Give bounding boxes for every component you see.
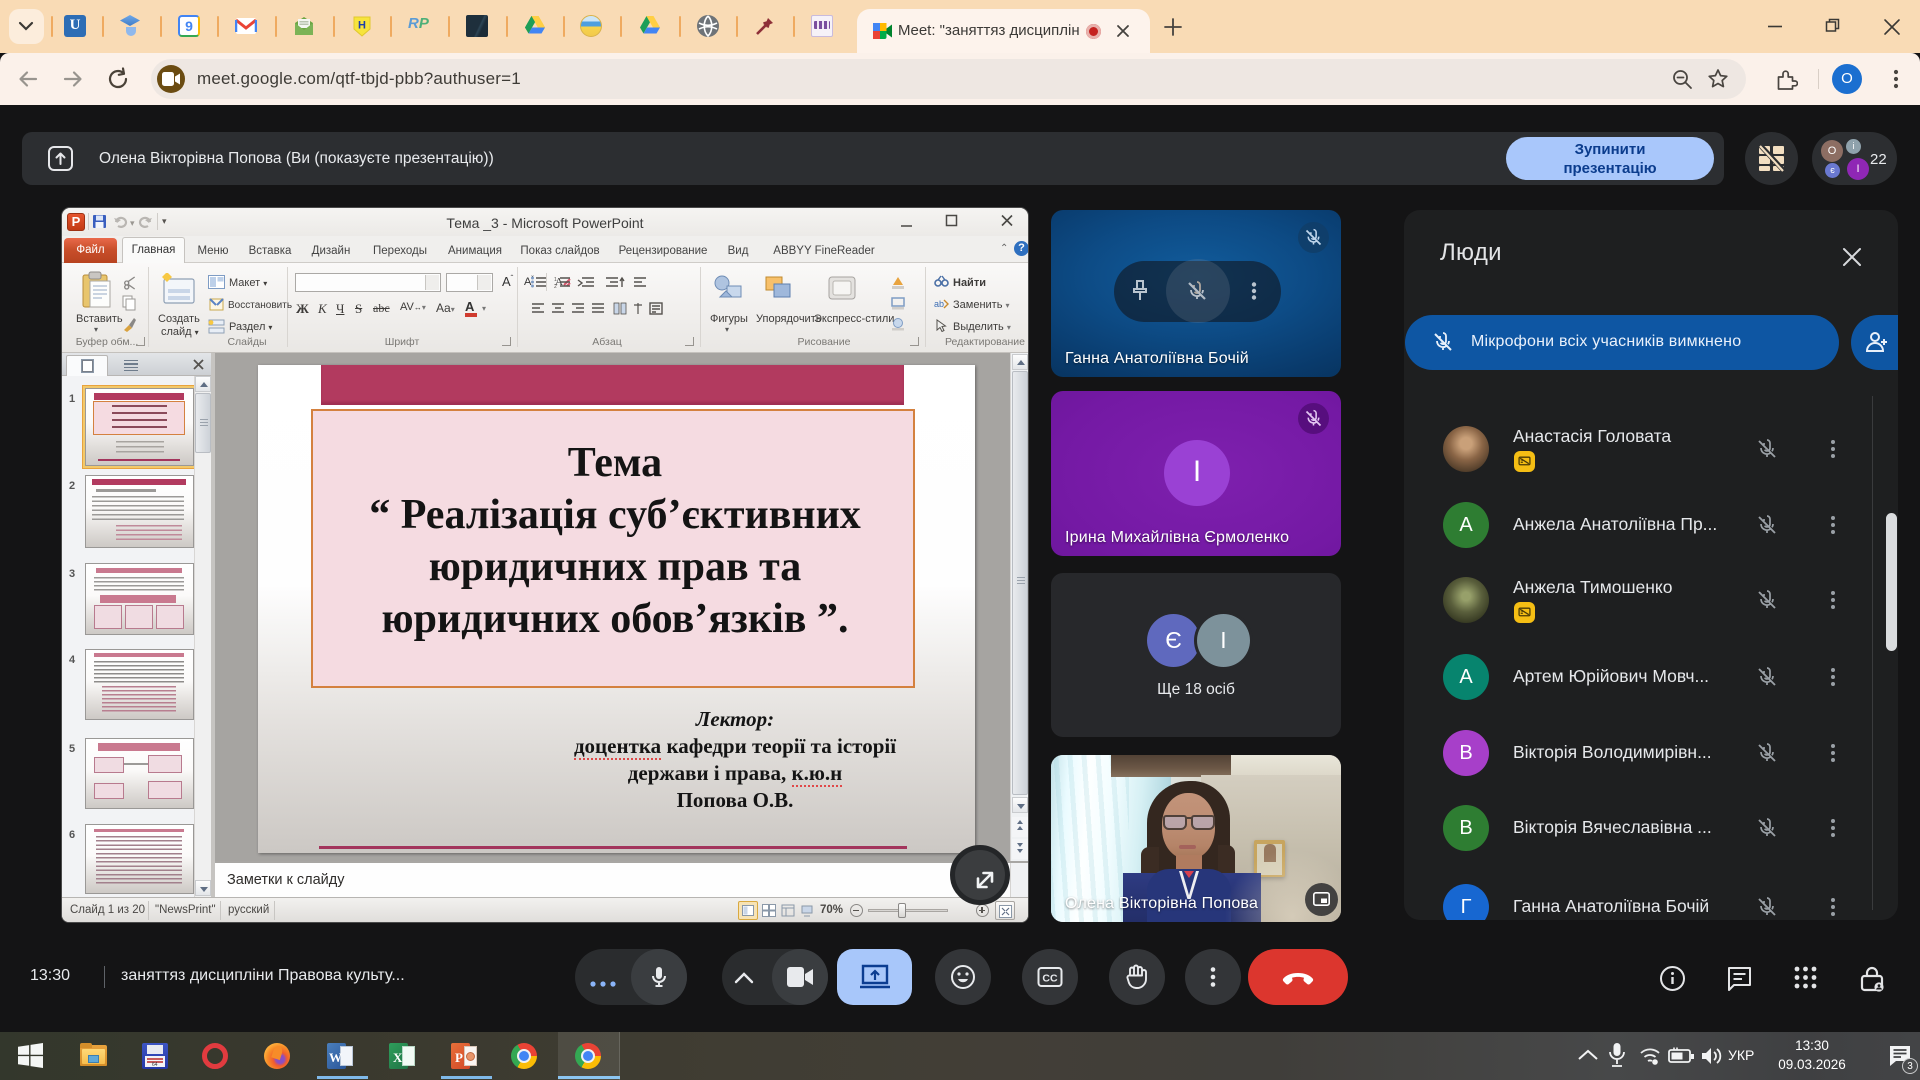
svg-text:H: H	[358, 20, 366, 32]
svg-text:ab: ab	[934, 299, 944, 309]
svg-text:1: 1	[554, 277, 557, 283]
svg-text:CC: CC	[1042, 973, 1058, 985]
svg-text:2: 2	[554, 284, 557, 290]
